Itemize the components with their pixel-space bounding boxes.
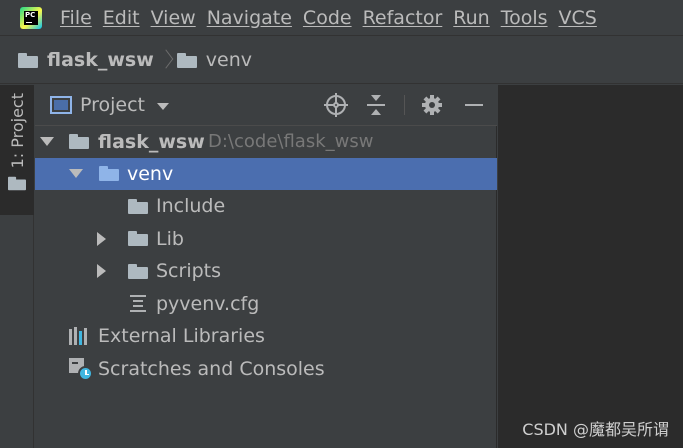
library-icon (69, 327, 91, 345)
watermark: CSDN @魔都吴所谓 (522, 420, 669, 439)
gear-icon[interactable] (421, 94, 443, 116)
chevron-right-icon[interactable] (97, 264, 106, 279)
tree-item-include[interactable]: Include (35, 190, 497, 223)
menu-view[interactable]: View (151, 7, 196, 29)
tree-item-label: Lib (156, 227, 184, 250)
chevron-down-icon[interactable] (69, 169, 83, 179)
project-view-icon (50, 96, 72, 114)
locate-target-icon[interactable] (324, 93, 348, 117)
project-panel: Project flask_wsw D:\code\flask_wsw venv (35, 85, 497, 448)
tree-item-path: D:\code\flask_wsw (208, 131, 374, 153)
tree-item-label: flask_wsw (98, 130, 205, 153)
tree-item-label: External Libraries (98, 325, 265, 348)
tree-item-label: Scripts (156, 260, 222, 283)
menu-edit[interactable]: Edit (103, 7, 140, 29)
folder-icon (18, 52, 38, 68)
menu-file[interactable]: File (60, 7, 92, 29)
chevron-down-icon[interactable] (157, 102, 170, 110)
tool-window-stripe: 1: Project (0, 85, 34, 448)
menu-bar: PC File Edit View Navigate Code Refactor… (0, 0, 683, 36)
project-tree: flask_wsw D:\code\flask_wsw venv Include… (35, 125, 497, 385)
scratches-clock-icon (69, 357, 93, 382)
folder-icon (128, 263, 148, 279)
menu-code[interactable]: Code (303, 7, 352, 29)
menu-vcs[interactable]: VCS (559, 7, 597, 29)
menu-navigate[interactable]: Navigate (207, 7, 292, 29)
folder-icon (99, 166, 119, 182)
folder-icon (176, 52, 197, 68)
chevron-down-icon[interactable] (40, 137, 54, 147)
tree-item-label: Include (156, 195, 226, 218)
tree-item-venv[interactable]: venv (35, 157, 497, 190)
tree-item-scripts[interactable]: Scripts (35, 255, 497, 288)
tree-item-label: venv (127, 162, 174, 185)
folder-icon (8, 177, 26, 191)
menu-tools[interactable]: Tools (501, 7, 548, 29)
breadcrumb-separator-icon (160, 50, 170, 70)
editor-area: CSDN @魔都吴所谓 (498, 85, 683, 448)
folder-icon (128, 231, 148, 247)
project-tool-tab[interactable]: 1: Project (0, 85, 34, 215)
config-file-icon (130, 294, 146, 313)
project-view-selector[interactable]: Project (80, 94, 145, 116)
folder-icon (69, 134, 89, 150)
project-panel-header: Project (35, 85, 497, 125)
tree-item-label: Scratches and Consoles (98, 357, 325, 380)
minimize-icon[interactable] (463, 94, 485, 116)
tree-item-scratches-and-consoles[interactable]: Scratches and Consoles (35, 353, 497, 386)
project-tool-tab-label: 1: Project (7, 93, 27, 169)
tree-item-lib[interactable]: Lib (35, 223, 497, 256)
breadcrumb-item-venv[interactable]: venv (206, 49, 252, 71)
tree-item-external-libraries[interactable]: External Libraries (35, 320, 497, 353)
pycharm-logo-icon: PC (20, 6, 42, 29)
folder-icon (128, 198, 148, 214)
tree-item-label: pyvenv.cfg (156, 292, 260, 315)
tree-item-pyvenv-cfg[interactable]: pyvenv.cfg (35, 288, 497, 321)
breadcrumb-item-flask-wsw[interactable]: flask_wsw (47, 49, 154, 71)
header-divider (404, 95, 405, 115)
collapse-all-icon[interactable] (365, 94, 387, 116)
chevron-right-icon[interactable] (97, 231, 106, 246)
menu-refactor[interactable]: Refactor (363, 7, 443, 29)
menu-run[interactable]: Run (453, 7, 489, 29)
breadcrumb: flask_wsw venv (0, 37, 683, 84)
tree-item-flask-wsw[interactable]: flask_wsw D:\code\flask_wsw (35, 125, 497, 158)
